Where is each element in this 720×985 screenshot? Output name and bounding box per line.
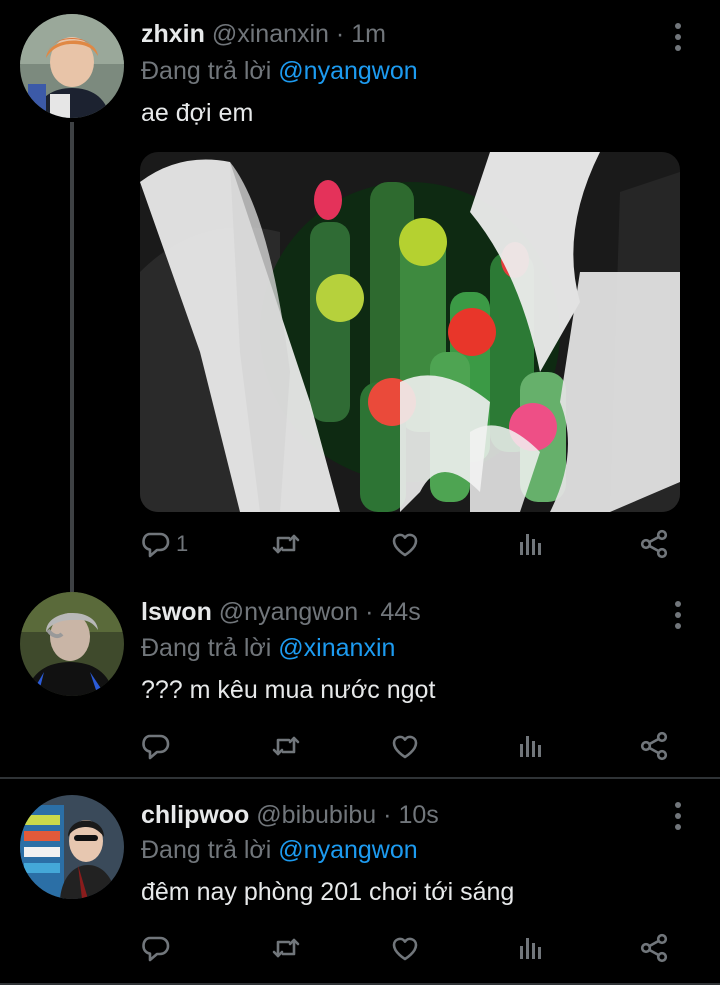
like-button[interactable] [389,928,421,968]
replying-prefix: Đang trả lời [141,57,272,85]
tweet[interactable]: zhxin @xinanxin · 1m Đang trả lời @nyang… [0,0,720,592]
tweet-photo[interactable] [140,152,680,512]
mention-link[interactable]: @nyangwon [278,57,417,85]
views-button[interactable] [514,726,546,766]
avatar-image [20,795,124,899]
separator: · [365,598,374,626]
replying-prefix: Đang trả lời [141,836,272,864]
tweet-header: lswon @nyangwon · 44s [141,594,421,630]
tweet[interactable]: lswon @nyangwon · 44s Đang trả lời @xina… [0,590,720,776]
tweet-text: ae đợi em [141,99,254,127]
like-button[interactable] [389,524,421,564]
retweet-icon [272,736,300,756]
analytics-icon [520,938,541,959]
replying-to: Đang trả lời @nyangwon [141,53,418,89]
avatar[interactable] [20,795,124,899]
replying-to: Đang trả lời @xinanxin [141,630,395,666]
views-button[interactable] [514,928,546,968]
tweet-text: đêm nay phòng 201 chơi tới sáng [141,878,515,906]
action-bar [140,928,680,968]
analytics-icon [520,736,541,757]
action-bar: 1 [140,524,680,564]
reply-icon [142,936,170,962]
photo-bottles-in-bag [140,152,680,512]
retweet-icon [272,938,300,958]
like-button[interactable] [389,726,421,766]
reply-button[interactable] [140,928,176,968]
views-button[interactable] [514,524,546,564]
analytics-icon [520,534,541,555]
more-vertical-icon[interactable] [664,22,692,52]
user-handle[interactable]: @xinanxin [212,20,329,48]
timestamp[interactable]: 1m [351,20,386,48]
retweet-button[interactable] [270,726,302,766]
tweet-header: chlipwoo @bibubibu · 10s [141,797,439,833]
retweet-icon [272,534,300,554]
avatar-image [20,14,124,118]
avatar[interactable] [20,592,124,696]
heart-icon [392,735,418,759]
reply-button[interactable]: 1 [140,524,188,564]
tweet[interactable]: chlipwoo @bibubibu · 10s Đang trả lời @n… [0,779,720,985]
display-name[interactable]: lswon [141,598,212,626]
mention-link[interactable]: @nyangwon [278,836,417,864]
mention-link[interactable]: @xinanxin [278,634,395,662]
share-button[interactable] [638,928,670,968]
more-vertical-icon[interactable] [664,600,692,630]
reply-count: 1 [176,531,189,556]
share-button[interactable] [638,726,670,766]
share-icon [640,933,668,963]
more-vertical-icon[interactable] [664,801,692,831]
timestamp[interactable]: 44s [380,598,420,626]
retweet-button[interactable] [270,928,302,968]
avatar-image [20,592,124,696]
heart-icon [392,533,418,557]
tweet-text: ??? m kêu mua nước ngọt [141,676,436,704]
display-name[interactable]: chlipwoo [141,801,249,829]
timestamp[interactable]: 10s [398,801,438,829]
share-button[interactable] [638,524,670,564]
replying-prefix: Đang trả lời [141,634,272,662]
replying-to: Đang trả lời @nyangwon [141,832,418,868]
display-name[interactable]: zhxin [141,20,205,48]
heart-icon [392,937,418,961]
reply-icon [142,734,170,760]
action-bar [140,726,680,766]
thread-line [70,122,74,592]
user-handle[interactable]: @bibubibu [256,801,376,829]
avatar[interactable] [20,14,124,118]
retweet-button[interactable] [270,524,302,564]
reply-icon [142,532,170,558]
separator: · [335,20,345,48]
tweet-header: zhxin @xinanxin · 1m [141,16,386,52]
user-handle[interactable]: @nyangwon [219,598,358,626]
reply-button[interactable] [140,726,176,766]
share-icon [640,529,668,559]
separator: · [383,801,392,829]
share-icon [640,731,668,761]
